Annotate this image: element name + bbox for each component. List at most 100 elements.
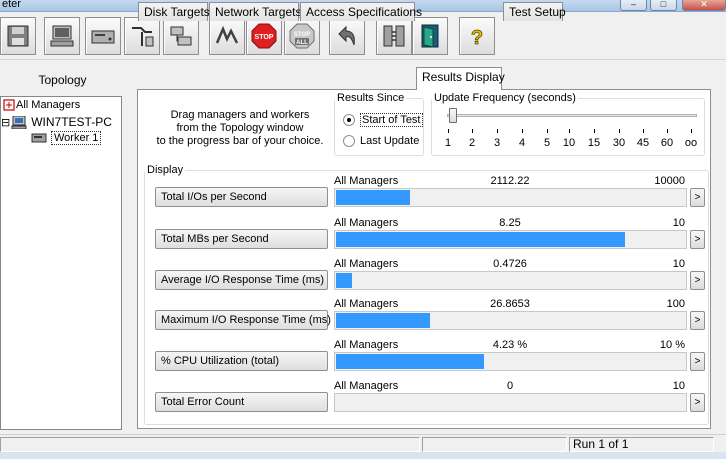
progress-bar[interactable]: [334, 311, 687, 330]
metric-max: 10: [672, 258, 685, 270]
update-frequency-slider-thumb[interactable]: [449, 108, 457, 123]
slider-tick-label: 3: [493, 137, 501, 149]
minimize-button[interactable]: –: [620, 0, 647, 11]
update-frequency-slider-track[interactable]: [447, 114, 697, 117]
slider-tick-label: 15: [587, 137, 601, 149]
metric-source: All Managers: [334, 258, 399, 270]
slider-tick: [448, 129, 449, 133]
tree-item-label: Worker 1: [51, 131, 102, 145]
slider-tick: [569, 129, 570, 133]
radio-last-update[interactable]: Last Update: [343, 135, 419, 147]
slider-tick-label: 30: [612, 137, 626, 149]
metric-button[interactable]: Average I/O Response Time (ms): [155, 270, 328, 290]
radio-start-of-test[interactable]: Start of Test: [343, 113, 423, 127]
topology-pane: Topology All Managers ⊟ WIN7TEST-PC Work…: [0, 64, 128, 430]
topology-header: Topology: [38, 73, 87, 87]
managers-icon: [3, 99, 15, 111]
radio-last-update-label: Last Update: [360, 135, 420, 147]
slider-tick: [691, 129, 692, 133]
radio-start-of-test-label: Start of Test: [360, 113, 423, 127]
tree-item-worker-1[interactable]: Worker 1: [31, 131, 102, 145]
metric-source: All Managers: [334, 217, 399, 229]
progress-bar[interactable]: [334, 352, 687, 371]
metric-select-button[interactable]: >: [690, 311, 705, 330]
drive-button[interactable]: [85, 17, 121, 55]
help-button[interactable]: ?: [459, 17, 495, 55]
slider-tick-label: 1: [444, 137, 452, 149]
exit-button[interactable]: [412, 17, 448, 55]
metric-button[interactable]: % CPU Utilization (total): [155, 351, 328, 371]
save-icon: [7, 25, 29, 47]
metric-value: 26.8653: [490, 298, 530, 310]
progress-bar[interactable]: [334, 230, 687, 249]
drive-icon: [91, 30, 115, 44]
metric-select-button[interactable]: >: [690, 393, 705, 412]
tab-network-targets[interactable]: Network Targets: [209, 2, 301, 21]
progress-bar-fill: [336, 354, 484, 369]
save-button[interactable]: [0, 17, 36, 55]
radio-last-update-icon[interactable]: [343, 135, 355, 147]
radio-start-of-test-icon[interactable]: [343, 114, 355, 126]
metric-select-button[interactable]: >: [690, 271, 705, 290]
slider-tick-label: 45: [636, 137, 650, 149]
worker-icon: [31, 133, 47, 143]
slider-tick: [497, 129, 498, 133]
metric-button[interactable]: Maximum I/O Response Time (ms): [155, 310, 331, 330]
progress-bar[interactable]: [334, 271, 687, 290]
slider-tick-label: 5: [543, 137, 551, 149]
progress-bar[interactable]: [334, 188, 687, 207]
tab-results-display[interactable]: Results Display: [416, 67, 505, 90]
window-title: eter: [2, 0, 21, 10]
metric-value: 0: [506, 380, 514, 392]
status-bar: Run 1 of 1: [0, 434, 726, 452]
display-icon: [50, 25, 74, 47]
network-icon: [170, 26, 192, 46]
tab-access-specifications[interactable]: Access Specifications: [300, 2, 422, 21]
exit-door-icon: [421, 24, 439, 48]
stop-all-icon: STOP ALL: [289, 23, 315, 49]
metric-source: All Managers: [334, 339, 399, 351]
instructions-line: to the progress bar of your choice.: [156, 135, 324, 147]
svg-text:ALL: ALL: [296, 40, 308, 46]
progress-bar-fill: [336, 273, 352, 288]
tree-item-all-managers[interactable]: All Managers: [3, 99, 80, 111]
workers-icon: [383, 25, 405, 47]
slider-tick: [547, 129, 548, 133]
close-button[interactable]: ✕: [682, 0, 726, 11]
undo-icon: [338, 25, 355, 46]
metric-button[interactable]: Total Error Count: [155, 392, 328, 412]
tab-test-setup[interactable]: Test Setup: [503, 2, 566, 21]
metric-source: All Managers: [334, 175, 399, 187]
metric-button[interactable]: Total I/Os per Second: [155, 187, 328, 207]
slider-tick: [667, 129, 668, 133]
tree-item-win7test-pc[interactable]: ⊟ WIN7TEST-PC: [1, 115, 112, 129]
metric-button[interactable]: Total MBs per Second: [155, 229, 328, 249]
metric-select-button[interactable]: >: [690, 188, 705, 207]
display-button[interactable]: [44, 17, 80, 55]
fork-button[interactable]: [124, 17, 160, 55]
slider-tick-label: 10: [562, 137, 576, 149]
network-button[interactable]: [163, 17, 199, 55]
metric-source: All Managers: [334, 380, 399, 392]
collapse-icon[interactable]: ⊟: [1, 116, 10, 129]
metric-max: 10: [672, 217, 685, 229]
workers-button[interactable]: [376, 17, 412, 55]
metric-select-button[interactable]: >: [690, 352, 705, 371]
stop-button[interactable]: STOP: [246, 17, 282, 55]
tab-disk-targets[interactable]: Disk Targets: [138, 2, 210, 21]
results-since-legend: Results Since: [337, 92, 405, 104]
slider-tick: [643, 129, 644, 133]
metric-select-button[interactable]: >: [690, 230, 705, 249]
undo-button[interactable]: [329, 17, 365, 55]
status-cell-empty: [422, 437, 567, 452]
slider-tick: [619, 129, 620, 133]
wave-button[interactable]: [209, 17, 245, 55]
metric-max: 10: [672, 380, 685, 392]
run-status: Run 1 of 1: [569, 437, 714, 452]
progress-bar[interactable]: [334, 393, 687, 412]
update-frequency-legend: Update Frequency (seconds): [434, 92, 576, 104]
topology-tree[interactable]: All Managers ⊟ WIN7TEST-PC Worker 1: [0, 96, 122, 430]
stop-all-button[interactable]: STOP ALL: [284, 17, 320, 55]
maximize-button[interactable]: □: [650, 0, 677, 11]
stop-icon: STOP: [251, 23, 277, 49]
